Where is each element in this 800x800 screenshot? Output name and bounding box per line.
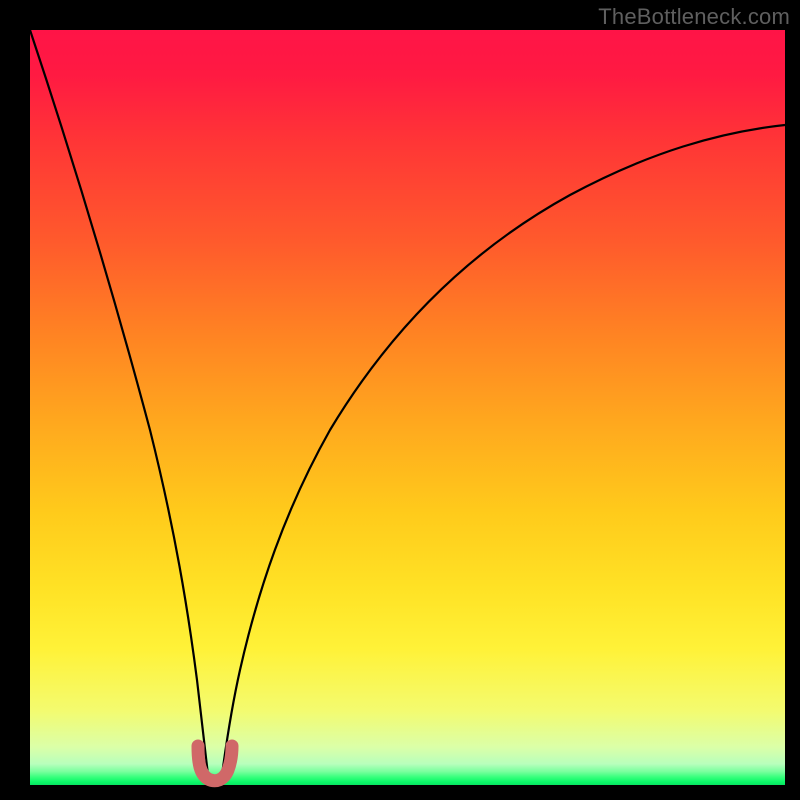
- bottleneck-curve-right: [222, 125, 785, 775]
- sweet-spot-marker: [198, 746, 232, 781]
- chart-frame: TheBottleneck.com: [0, 0, 800, 800]
- watermark-text: TheBottleneck.com: [598, 4, 790, 30]
- plot-area: [30, 30, 785, 785]
- curve-layer: [30, 30, 785, 785]
- bottleneck-curve-left: [30, 30, 208, 775]
